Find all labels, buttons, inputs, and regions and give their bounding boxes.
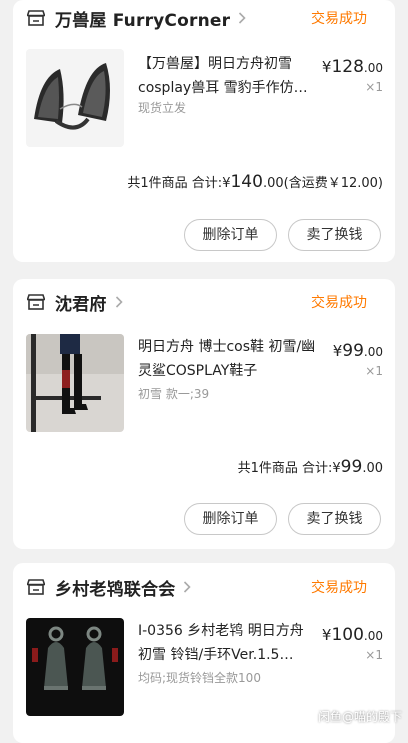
- product-quantity: ×1: [365, 648, 383, 662]
- product-quantity: ×1: [365, 80, 383, 94]
- price-decimal: .00: [363, 61, 383, 75]
- resell-button[interactable]: 卖了换钱: [288, 503, 381, 535]
- order-status: 交易成功: [311, 11, 367, 27]
- resell-button[interactable]: 卖了换钱: [288, 219, 381, 251]
- order-card[interactable]: 沈君府 交易成功 明日方舟 博士cos鞋 初雪/幽灵鲨COSPLAY鞋子 初雪 …: [13, 279, 395, 549]
- product-image[interactable]: [26, 334, 124, 432]
- summary-integer: 140: [230, 172, 263, 192]
- summary-prefix: 共1件商品 合计:: [127, 176, 223, 191]
- product-title[interactable]: 明日方舟 博士cos鞋 初雪/幽灵鲨COSPLAY鞋子: [138, 335, 320, 383]
- chevron-right-icon: [184, 581, 192, 593]
- summary-prefix: 共1件商品 合计:: [237, 461, 333, 476]
- product-sku: 现货立发: [138, 101, 187, 115]
- shop-name[interactable]: 乡村老鸨联合会: [55, 575, 175, 600]
- summary-decimal: .00: [362, 461, 383, 476]
- summary-symbol: ¥: [332, 461, 341, 476]
- chevron-right-icon: [239, 12, 246, 24]
- watermark: 闲鱼@喵的殿下: [317, 710, 402, 724]
- delete-order-button[interactable]: 删除订单: [184, 219, 277, 251]
- order-summary: 共1件商品 合计:¥99.00: [238, 457, 383, 477]
- store-icon: [27, 10, 45, 26]
- product-sku: 均码;现货铃铛全款100: [138, 671, 261, 685]
- shop-name[interactable]: 万兽屋 FurryCorner: [55, 6, 230, 31]
- price-decimal: .00: [363, 345, 383, 359]
- product-price: ¥100.00: [322, 625, 383, 645]
- product-title[interactable]: I-0356 乡村老鸨 明日方舟 初雪 铃铛/手环Ver.1.5…: [138, 619, 318, 667]
- price-integer: 99: [342, 341, 364, 361]
- order-summary: 共1件商品 合计:¥140.00(含运费￥12.00): [127, 172, 383, 192]
- chevron-right-icon: [115, 296, 123, 308]
- price-symbol: ¥: [332, 342, 343, 360]
- product-title[interactable]: 【万兽屋】明日方舟初雪cosplay兽耳 雪豹手作仿…: [138, 52, 318, 100]
- bells-image: [26, 618, 124, 716]
- order-status: 交易成功: [311, 580, 367, 596]
- order-status: 交易成功: [311, 295, 367, 311]
- product-sku: 初雪 款一;39: [138, 387, 210, 401]
- boots-image: [26, 334, 124, 432]
- price-integer: 128: [331, 57, 364, 77]
- price-integer: 100: [331, 625, 364, 645]
- furry-ears-image: [26, 49, 124, 147]
- delete-order-button[interactable]: 删除订单: [184, 503, 277, 535]
- price-decimal: .00: [363, 629, 383, 643]
- product-image[interactable]: [26, 618, 124, 716]
- shop-row[interactable]: 万兽屋 FurryCorner 交易成功: [27, 0, 381, 36]
- store-icon: [27, 579, 45, 595]
- summary-integer: 99: [340, 457, 363, 477]
- product-price: ¥99.00: [333, 341, 383, 361]
- shop-row[interactable]: 沈君府 交易成功: [27, 284, 381, 320]
- summary-shipping: (含运费￥12.00): [283, 176, 383, 191]
- order-card[interactable]: 万兽屋 FurryCorner 交易成功 【万兽屋】明日方舟初雪cosplay兽…: [13, 0, 395, 262]
- product-price: ¥128.00: [322, 57, 383, 77]
- product-quantity: ×1: [365, 364, 383, 378]
- store-icon: [27, 294, 45, 310]
- product-image[interactable]: [26, 49, 124, 147]
- shop-row[interactable]: 乡村老鸨联合会 交易成功: [27, 569, 381, 605]
- shop-name[interactable]: 沈君府: [55, 290, 107, 315]
- summary-decimal: .00: [262, 176, 284, 191]
